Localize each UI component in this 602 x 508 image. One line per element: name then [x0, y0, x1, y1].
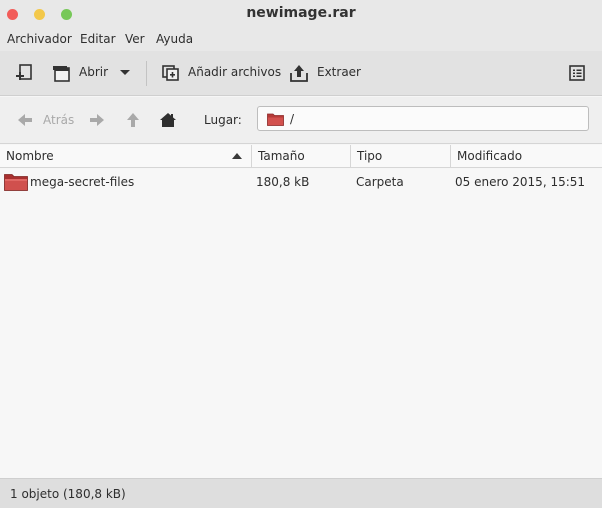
column-label-modified: Modificado	[457, 149, 523, 163]
location-path: /	[290, 112, 295, 126]
column-label-type: Tipo	[357, 149, 383, 163]
add-files-button[interactable]: Añadir archivos	[188, 65, 281, 79]
column-header-size[interactable]: Tamaño	[252, 145, 351, 168]
file-modified: 05 enero 2015, 15:51	[455, 175, 586, 189]
add-files-icon[interactable]	[160, 63, 180, 83]
back-arrow-icon[interactable]	[16, 111, 34, 129]
open-dropdown-chevron-down-icon[interactable]	[118, 65, 132, 79]
location-field[interactable]: /	[257, 106, 589, 131]
menu-archivador[interactable]: Archivador	[7, 32, 72, 46]
folder-icon	[4, 174, 28, 191]
column-label-size: Tamaño	[258, 149, 305, 163]
archive-manager-window: newimage.rar Archivador Editar Ver Ayuda…	[0, 0, 602, 508]
sort-ascending-icon	[232, 153, 242, 159]
open-icon[interactable]	[51, 63, 71, 83]
toolbar-separator	[146, 61, 147, 86]
file-row[interactable]: mega-secret-files 180,8 kB Carpeta 05 en…	[0, 169, 602, 193]
location-label: Lugar:	[204, 113, 242, 127]
properties-list-icon[interactable]	[567, 63, 587, 83]
column-header-name[interactable]: Nombre	[0, 145, 252, 168]
column-header-type[interactable]: Tipo	[351, 145, 451, 168]
file-type: Carpeta	[356, 175, 404, 189]
folder-icon	[267, 113, 284, 126]
location-bar: Atrás Lugar: /	[0, 97, 602, 144]
menu-bar: Archivador Editar Ver Ayuda	[0, 29, 602, 51]
forward-arrow-icon[interactable]	[88, 111, 106, 129]
status-bar: 1 objeto (180,8 kB)	[0, 478, 602, 508]
window-title: newimage.rar	[246, 5, 356, 21]
home-icon[interactable]	[159, 111, 177, 129]
column-header: Nombre Tamaño Tipo Modificado	[0, 145, 602, 168]
file-list[interactable]: mega-secret-files 180,8 kB Carpeta 05 en…	[0, 169, 602, 478]
file-size: 180,8 kB	[256, 175, 310, 189]
title-bar: newimage.rar	[0, 0, 602, 29]
up-arrow-icon[interactable]	[124, 111, 142, 129]
extract-button[interactable]: Extraer	[317, 65, 361, 79]
file-name: mega-secret-files	[30, 175, 135, 189]
new-archive-icon[interactable]	[14, 63, 34, 83]
menu-editar[interactable]: Editar	[80, 32, 116, 46]
menu-ver[interactable]: Ver	[125, 32, 145, 46]
column-label-name: Nombre	[6, 149, 54, 163]
back-button[interactable]: Atrás	[43, 113, 74, 127]
open-button[interactable]: Abrir	[79, 65, 108, 79]
column-header-modified[interactable]: Modificado	[451, 145, 602, 168]
status-text: 1 objeto (180,8 kB)	[10, 487, 126, 501]
menu-ayuda[interactable]: Ayuda	[156, 32, 193, 46]
extract-icon[interactable]	[289, 63, 309, 83]
toolbar: Abrir Añadir archivos Extraer	[0, 51, 602, 96]
